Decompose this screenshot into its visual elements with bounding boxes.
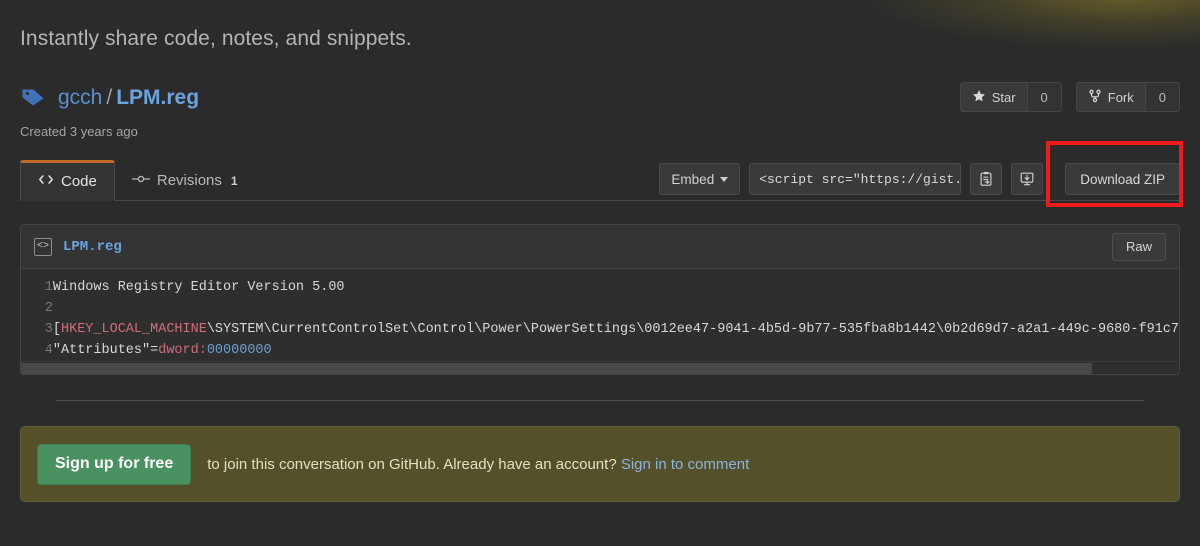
sign-in-link[interactable]: Sign in to comment — [621, 456, 749, 473]
tab-revisions-label: Revisions — [156, 172, 222, 189]
code-line-row: 3 [HKEY_LOCAL_MACHINE\SYSTEM\CurrentCont… — [21, 319, 1179, 340]
embed-dropdown-button[interactable]: Embed — [659, 163, 741, 195]
line-content — [53, 298, 1179, 319]
dword-value-token: 00000000 — [206, 343, 272, 358]
line-number: 3 — [21, 319, 53, 340]
fork-count[interactable]: 0 — [1144, 82, 1180, 112]
section-divider — [56, 400, 1144, 401]
tab-bar: Code Revisions 1 Embed <script src="http… — [20, 160, 1180, 201]
gist-page: Instantly share code, notes, and snippet… — [0, 0, 1200, 502]
star-label: Star — [991, 89, 1016, 105]
file-card: <> LPM.reg Raw 1 Windows Registry Editor… — [20, 224, 1180, 375]
fork-button-group: Fork 0 — [1075, 82, 1180, 112]
tab-code[interactable]: Code — [20, 160, 115, 201]
code-horizontal-scrollbar[interactable] — [21, 361, 1179, 374]
title-separator: / — [106, 85, 113, 109]
copy-to-clipboard-button[interactable] — [970, 163, 1003, 195]
title-actions: Star 0 Fork 0 — [959, 82, 1180, 112]
code-viewer: 1 Windows Registry Editor Version 5.00 2… — [21, 269, 1179, 374]
star-icon — [972, 89, 986, 106]
fork-button[interactable]: Fork — [1075, 82, 1145, 112]
embed-label: Embed — [671, 171, 715, 187]
tab-revisions[interactable]: Revisions 1 — [115, 160, 255, 201]
scrollbar-thumb[interactable] — [21, 363, 1093, 374]
line-content: [HKEY_LOCAL_MACHINE\SYSTEM\CurrentContro… — [52, 322, 1179, 337]
attribute-name-token: "Attributes"= — [52, 343, 159, 358]
dword-type-token: dword: — [158, 343, 207, 358]
file-header: <> LPM.reg Raw — [21, 225, 1179, 269]
line-content: Windows Registry Editor Version 5.00 — [52, 280, 345, 295]
star-button[interactable]: Star — [959, 82, 1027, 112]
file-code-icon: <> — [34, 237, 52, 256]
chevron-down-icon — [720, 176, 729, 182]
tag-icon — [20, 87, 46, 107]
line-number: 1 — [21, 269, 53, 298]
download-zip-button[interactable]: Download ZIP — [1065, 163, 1180, 195]
star-button-group: Star 0 — [959, 82, 1062, 112]
line-content: "Attributes"=dword:00000000 — [53, 340, 1179, 361]
fork-icon — [1088, 89, 1102, 106]
tab-revisions-count: 1 — [230, 173, 238, 188]
code-icon — [38, 173, 54, 190]
code-line-row: 1 Windows Registry Editor Version 5.00 — [21, 269, 1179, 298]
tab-code-label: Code — [61, 173, 97, 190]
gist-filename-link[interactable]: LPM.reg — [116, 86, 199, 109]
star-count[interactable]: 0 — [1026, 82, 1062, 112]
raw-button[interactable]: Raw — [1111, 232, 1166, 261]
created-date: Created 3 years ago — [20, 124, 138, 139]
signup-banner: Sign up for free to join this conversati… — [20, 426, 1180, 502]
embed-url-input[interactable]: <script src="https://gist. — [749, 163, 962, 195]
signup-message-before: to join this conversation on GitHub — [207, 455, 436, 473]
signup-message: to join this conversation on GitHub. Alr… — [207, 456, 749, 473]
registry-path-token: \SYSTEM\CurrentControlSet\Control\Power\… — [206, 322, 1179, 337]
gist-title-row: gcch / LPM.reg Star 0 Fork 0 — [20, 82, 1180, 112]
fork-label: Fork — [1107, 89, 1134, 105]
code-line-row: 4 "Attributes"=dword:00000000 — [21, 340, 1179, 361]
page-title: gcch / LPM.reg — [58, 87, 199, 108]
line-number: 2 — [21, 298, 53, 319]
file-name-label[interactable]: LPM.reg — [63, 239, 122, 255]
signup-message-middle: . Already have an account? — [435, 455, 621, 473]
page-tagline: Instantly share code, notes, and snippet… — [20, 27, 412, 50]
git-commit-icon — [131, 172, 151, 189]
registry-key-token: HKEY_LOCAL_MACHINE — [61, 322, 207, 337]
download-file-button[interactable] — [1011, 163, 1044, 195]
gist-owner-link[interactable]: gcch — [58, 86, 102, 109]
code-line-row: 2 — [21, 298, 1179, 319]
line-number: 4 — [21, 340, 53, 361]
code-table: 1 Windows Registry Editor Version 5.00 2… — [21, 269, 1179, 361]
sign-up-button[interactable]: Sign up for free — [37, 443, 192, 485]
tab-actions: Embed <script src="https://gist. Downloa… — [659, 163, 1180, 200]
